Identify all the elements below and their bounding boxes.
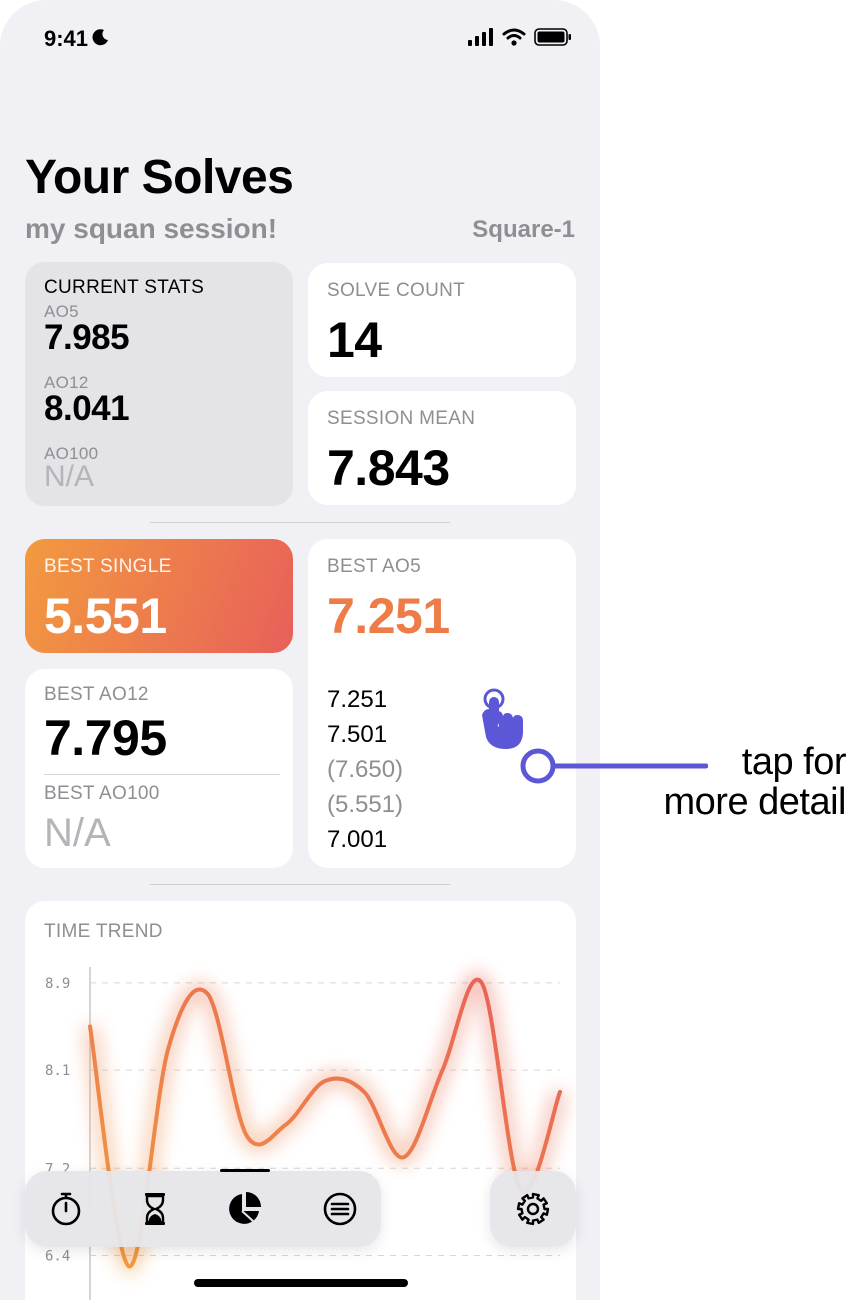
solve-time: 7.001 [327,826,388,853]
battery-icon [534,28,572,51]
clock-text: 9:41 [44,26,89,51]
callout-line-1: tap for [741,741,847,783]
phone-screen: 9:41 Your Solves my squan session! Squar… [0,0,600,1300]
ao5-value: 7.985 [44,318,130,357]
divider [150,522,450,523]
callout-line-2: more detail [663,781,847,823]
best-ao12-card[interactable]: BEST AO12 7.795 BEST AO100 N/A [25,669,293,868]
moon-icon [92,26,110,52]
solve-count-label: SOLVE COUNT [327,280,466,301]
current-stats-label: CURRENT STATS [44,277,205,298]
stopwatch-icon [51,1192,81,1226]
tab-stats[interactable] [224,1189,264,1229]
best-single-label: BEST SINGLE [44,556,172,577]
hourglass-icon [145,1193,165,1225]
best-ao5-times: 7.251 7.501 (7.650) (5.551) 7.001 [327,682,403,857]
active-tab-indicator [220,1169,270,1172]
y-tick-label: 8.1 [45,1063,70,1079]
tab-bar [25,1169,381,1247]
status-icons [468,28,572,51]
callout-text: tap for more detail [663,741,847,823]
pie-chart-icon [229,1192,261,1224]
tab-sessions[interactable] [320,1189,360,1229]
tab-timer[interactable] [46,1189,86,1229]
session-name[interactable]: my squan session! [25,213,277,245]
puzzle-type: Square-1 [472,216,575,243]
solve-time: (7.650) [327,756,404,783]
solve-time: 7.251 [327,686,388,713]
solve-count-card[interactable]: SOLVE COUNT 14 [308,263,576,377]
best-ao5-label: BEST AO5 [327,556,421,577]
home-indicator [194,1279,408,1287]
divider [150,884,450,885]
wifi-icon [502,28,526,51]
y-tick-label: 8.9 [45,976,70,992]
ao12-value: 8.041 [44,389,130,428]
ao100-value: N/A [44,460,95,493]
best-ao5-value: 7.251 [327,588,450,644]
best-ao12-label: BEST AO12 [44,684,149,705]
page-title: Your Solves [25,151,294,204]
session-mean-card[interactable]: SESSION MEAN 7.843 [308,391,576,505]
best-ao100-label: BEST AO100 [44,783,160,804]
session-mean-value: 7.843 [327,440,450,496]
tab-history[interactable] [135,1189,175,1229]
best-ao5-card[interactable]: BEST AO5 7.251 7.251 7.501 (7.650) (5.55… [308,539,576,868]
best-ao12-value: 7.795 [44,710,167,766]
solve-count-value: 14 [327,312,382,368]
best-single-value: 5.551 [44,588,167,644]
gear-icon [516,1192,550,1226]
signal-icon [468,28,494,51]
session-mean-label: SESSION MEAN [327,408,476,429]
card-divider [44,774,280,775]
solve-time: 7.501 [327,721,388,748]
status-time: 9:41 [44,26,110,52]
settings-button[interactable] [490,1171,576,1247]
current-stats-card[interactable]: CURRENT STATS AO5 7.985 AO12 8.041 AO100… [25,262,293,506]
best-single-card[interactable]: BEST SINGLE 5.551 [25,539,293,653]
solve-time: (5.551) [327,791,404,818]
best-ao100-value: N/A [44,811,111,855]
y-tick-label: 6.4 [45,1249,70,1265]
list-circle-icon [323,1192,357,1226]
